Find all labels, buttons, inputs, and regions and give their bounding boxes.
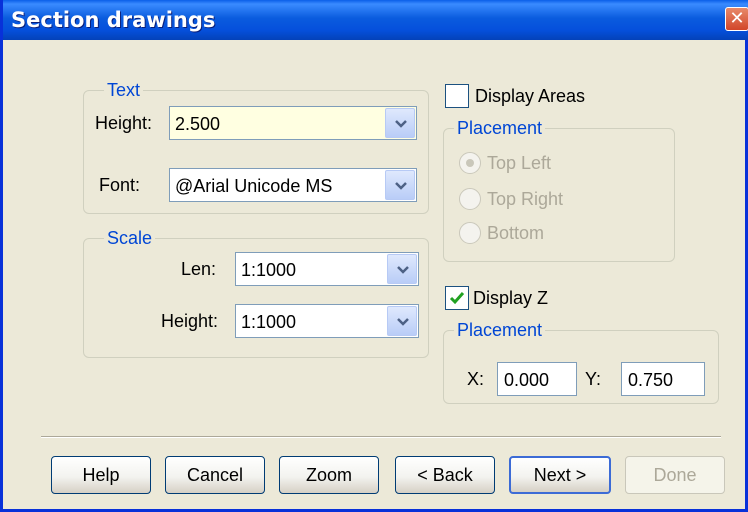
radio-bottom-label[interactable]: Bottom [487, 222, 544, 244]
areas-placement-legend: Placement [454, 117, 546, 139]
z-x-value: 0.000 [504, 370, 550, 390]
title-bar[interactable]: Section drawings ✕ [3, 0, 748, 40]
radio-top-right[interactable] [459, 188, 481, 210]
z-x-input[interactable]: 0.000 [497, 362, 577, 396]
font-label: Font: [99, 175, 141, 195]
text-group-legend: Text [104, 79, 144, 101]
chevron-down-icon[interactable] [385, 170, 415, 200]
z-y-input[interactable]: 0.750 [621, 362, 705, 396]
display-areas-checkbox[interactable] [445, 84, 469, 108]
font-value: @Arial Unicode MS [175, 176, 333, 196]
help-button[interactable]: Help [51, 456, 151, 494]
radio-top-left[interactable] [459, 152, 481, 174]
close-button[interactable]: ✕ [725, 7, 748, 31]
chevron-down-icon[interactable] [385, 108, 415, 138]
text-height-label: Height: [95, 113, 153, 133]
done-button[interactable]: Done [625, 456, 725, 494]
display-z-label[interactable]: Display Z [473, 287, 548, 309]
radio-selected-dot [466, 159, 474, 167]
display-areas-label[interactable]: Display Areas [475, 85, 585, 107]
radio-bottom[interactable] [459, 222, 481, 244]
chevron-down-icon[interactable] [387, 306, 417, 336]
text-height-value: 2.500 [175, 114, 221, 134]
radio-top-left-label[interactable]: Top Left [487, 152, 551, 174]
font-combo[interactable]: @Arial Unicode MS [169, 168, 417, 202]
check-icon [449, 292, 465, 305]
scale-height-combo[interactable]: 1:1000 [235, 304, 419, 338]
scale-height-value: 1:1000 [241, 312, 297, 332]
window-title: Section drawings [11, 8, 216, 32]
scale-group-legend: Scale [104, 227, 156, 249]
next-button[interactable]: Next > [509, 456, 611, 494]
z-y-label: Y: [585, 369, 602, 389]
scale-len-combo[interactable]: 1:1000 [235, 252, 419, 286]
scale-height-label: Height: [161, 311, 219, 331]
display-z-checkbox[interactable] [445, 286, 469, 310]
text-height-combo[interactable]: 2.500 [169, 106, 417, 140]
back-button[interactable]: < Back [395, 456, 495, 494]
z-y-value: 0.750 [628, 370, 674, 390]
separator [41, 436, 721, 438]
scale-len-value: 1:1000 [241, 260, 297, 280]
chevron-down-icon[interactable] [387, 254, 417, 284]
section-drawings-dialog: Section drawings ✕ Text Height: 2.500 Fo… [0, 0, 748, 512]
close-icon: ✕ [729, 8, 745, 29]
radio-top-right-label[interactable]: Top Right [487, 188, 563, 210]
cancel-button[interactable]: Cancel [165, 456, 265, 494]
z-x-label: X: [467, 369, 485, 389]
scale-len-label: Len: [181, 259, 217, 279]
zoom-button[interactable]: Zoom [279, 456, 379, 494]
z-placement-legend: Placement [454, 319, 546, 341]
